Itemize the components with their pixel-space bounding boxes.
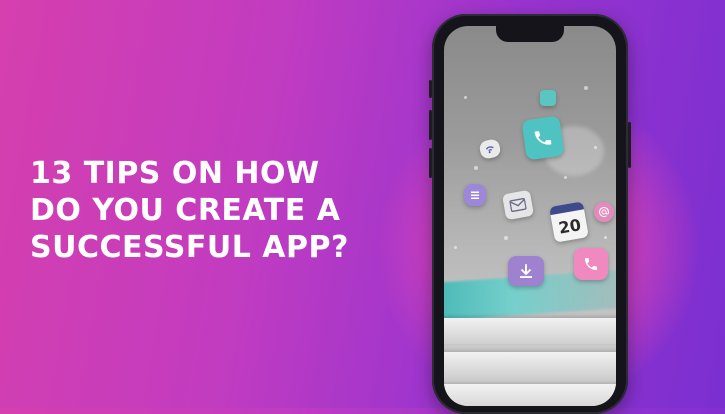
sparkle <box>604 236 607 239</box>
calendar-icon: 20 <box>549 201 589 243</box>
volume-down-button <box>429 148 432 178</box>
phone-alt-icon <box>574 248 608 280</box>
calendar-day: 20 <box>557 214 583 238</box>
sparkle <box>474 166 478 170</box>
phone-icon <box>521 115 565 161</box>
platform-tray-middle <box>444 352 616 378</box>
sparkle <box>464 96 467 99</box>
download-icon <box>508 256 544 286</box>
mute-switch <box>429 80 432 98</box>
sparkle <box>504 236 508 240</box>
sparkle <box>454 246 457 249</box>
power-button <box>628 122 631 168</box>
phone-notch <box>496 26 564 42</box>
calendar-header <box>549 201 585 216</box>
sparkle <box>584 86 588 90</box>
headline: 13 TIPS ON HOW DO YOU CREATE A SUCCESSFU… <box>30 155 370 266</box>
headline-line-1: 13 TIPS ON HOW <box>30 156 320 191</box>
stack-icon <box>464 184 486 206</box>
sparkle <box>564 176 567 179</box>
at-icon <box>594 202 614 222</box>
volume-up-button <box>429 110 432 140</box>
platform-tray-bottom <box>444 384 616 406</box>
headline-line-3: SUCCESSFUL APP? <box>30 230 349 265</box>
platform-tray-top <box>444 318 616 344</box>
wifi-icon <box>478 138 502 160</box>
mail-icon <box>501 189 535 221</box>
smartphone-mockup: 20 <box>429 14 631 414</box>
headline-line-2: DO YOU CREATE A <box>30 193 341 228</box>
phone-screen: 20 <box>444 26 616 406</box>
small-teal-icon <box>540 90 556 106</box>
